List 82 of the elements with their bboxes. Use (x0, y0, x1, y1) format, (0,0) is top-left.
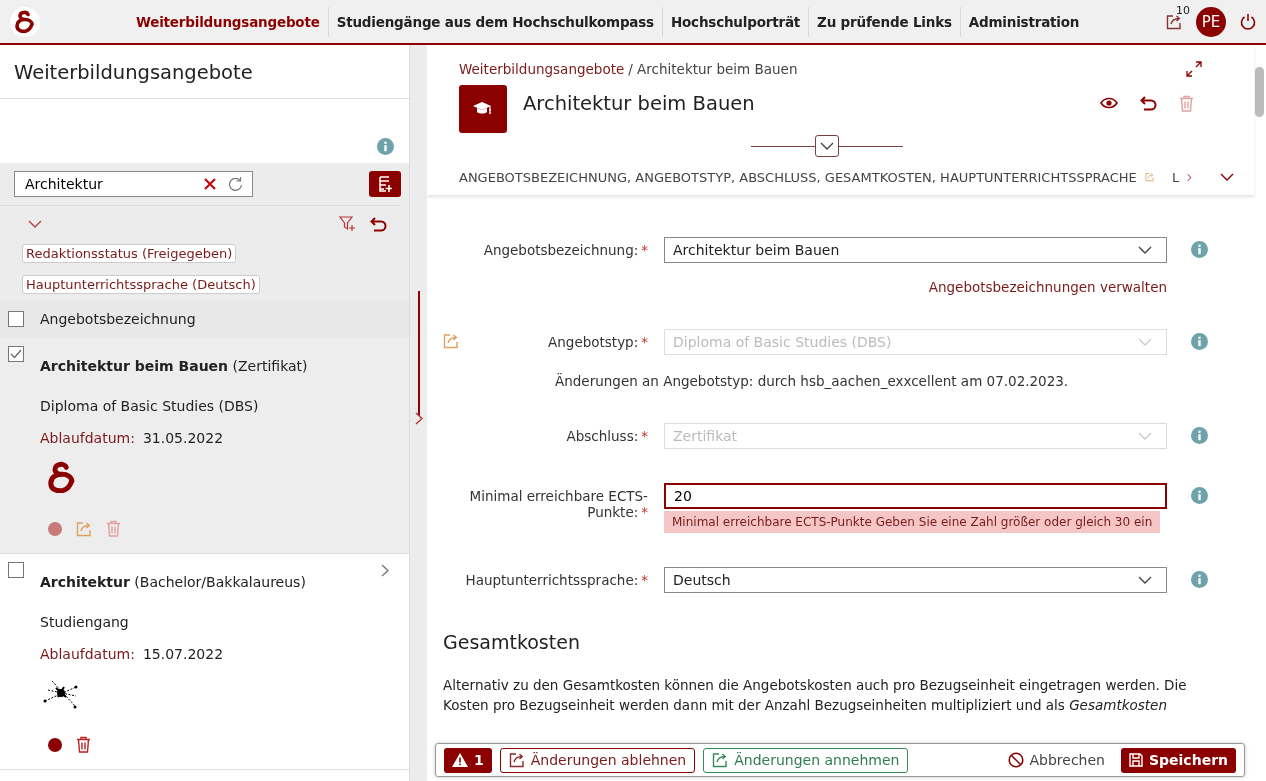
panel-title: Weiterbildungsangebote (0, 45, 409, 99)
fullscreen-icon[interactable] (1186, 61, 1202, 77)
chevron-down-icon[interactable] (28, 219, 42, 229)
nav-tab[interactable]: Zu prüfende Links (809, 6, 961, 37)
filter-chip[interactable]: Hauptunterrichtssprache (Deutsch) (22, 275, 260, 294)
accept-button[interactable]: Änderungen annehmen (703, 747, 909, 773)
user-avatar[interactable]: PE (1196, 6, 1226, 37)
breadcrumb-link[interactable]: Weiterbildungsangebote (459, 61, 625, 77)
info-icon[interactable] (1191, 427, 1208, 444)
warning-icon (452, 753, 468, 767)
breadcrumb-current: / Architektur beim Bauen (628, 61, 798, 77)
power-icon[interactable] (1240, 13, 1256, 30)
error-message: Minimal erreichbare ECTS-Punkte Geben Sie eine Zahl größer oder gleich 30 ein (664, 511, 1161, 533)
checkbox[interactable] (8, 562, 24, 578)
scrollbar[interactable] (1255, 67, 1264, 117)
field-label: Angebotsbezeichnung: * (483, 242, 648, 258)
expiry-date: 15.07.2022 (142, 646, 224, 662)
field-label: Minimal erreichbare ECTS-Punkte: * (468, 488, 648, 520)
app-logo[interactable] (10, 6, 40, 37)
expand-icon[interactable] (415, 412, 423, 425)
add-list-icon (378, 175, 392, 193)
splitter-handle[interactable] (417, 290, 420, 416)
item-subtitle: Studiengang (40, 614, 130, 630)
field-label: Angebotstyp: * (548, 334, 648, 350)
list-item[interactable]: Architektur beim Bauen (Zertifikat) Diploma of Basic Studies (DBS) Ablaufdatum: 31.05.2022 (0, 338, 409, 554)
chevron-down-icon[interactable] (1220, 172, 1234, 182)
section-tab[interactable]: L (1172, 169, 1180, 185)
save-button[interactable]: Speichern (1120, 747, 1236, 773)
filter-add-icon[interactable] (339, 216, 356, 232)
change-note: Änderungen an Angebotstyp: durch hsb_aachen_exxcellent am 07.02.2023. (554, 373, 1070, 389)
item-subtitle: Diploma of Basic Studies (DBS) (40, 398, 260, 414)
clear-icon[interactable] (204, 177, 216, 190)
expiry-label: Ablaufdatum: (40, 646, 135, 662)
undo-icon[interactable] (1140, 95, 1157, 111)
manage-link[interactable]: Angebotsbezeichnungen verwalten (928, 279, 1167, 295)
chevron-right-icon[interactable] (381, 564, 389, 577)
select-field[interactable]: Architektur beim Bauen (664, 237, 1167, 263)
checkbox[interactable] (8, 311, 24, 327)
select-field[interactable]: Deutsch (664, 567, 1167, 593)
export-icon[interactable] (508, 752, 525, 768)
item-title: Architektur (Bachelor/Bakkalaureus) (40, 574, 307, 590)
column-header: Angebotsbezeichnung (40, 311, 196, 327)
logo-icon (48, 460, 76, 494)
section-list[interactable]: ANGEBOTSBEZEICHNUNG, ANGEBOTSTYP, ABSCHLUSS, GESAMTKOSTEN, HAUPTUNTERRICHTSSPRACHE (459, 169, 1137, 185)
chevron-down-icon[interactable] (1138, 575, 1152, 585)
expiry-date: 31.05.2022 (142, 430, 224, 446)
expiry-label: Ablaufdatum: (40, 430, 135, 446)
cancel-icon (1007, 752, 1024, 768)
info-icon[interactable] (377, 138, 394, 155)
info-icon[interactable] (1191, 487, 1208, 504)
field-label: Hauptunterrichtssprache: * (465, 572, 648, 588)
export-icon[interactable] (712, 752, 729, 768)
info-icon[interactable] (1191, 571, 1208, 588)
section-heading: Gesamtkosten (443, 631, 581, 653)
trash-icon[interactable] (76, 736, 91, 753)
nav-tab[interactable]: Studiengänge aus dem Hochschulkompass (328, 6, 663, 37)
reset-icon[interactable] (370, 216, 387, 232)
description-text: Alternativ zu den Gesamtkosten können die Angebotskosten auch pro Bezugseinheit eingetragen werden. Die Kosten pro Bezugseinheit werden dann mit der Anzahl Bezugseinheiten multipliziert und als Gesamtkosten (443, 676, 1188, 716)
item-title: Architektur beim Bauen (Zertifikat) (40, 358, 309, 374)
checkbox[interactable] (8, 346, 24, 362)
add-list-button[interactable] (369, 171, 401, 197)
record-title: Architektur beim Bauen (523, 91, 755, 115)
chevron-down-icon[interactable] (819, 141, 834, 151)
nav-tab[interactable]: Weiterbildungsangebote (128, 6, 329, 37)
save-icon (1128, 753, 1143, 767)
field-label: Abschluss: * (566, 428, 648, 444)
graduation-cap-icon (472, 101, 494, 117)
reject-button[interactable]: Änderungen ablehnen (499, 747, 696, 773)
eye-icon[interactable] (1100, 97, 1118, 109)
collapse-button[interactable] (814, 135, 839, 157)
filter-chip[interactable]: Redaktionsstatus (Freigegeben) (22, 244, 237, 263)
input-field[interactable]: 20 (664, 483, 1167, 509)
info-icon[interactable] (1191, 241, 1208, 258)
nav-tab[interactable]: Hochschulporträt (662, 6, 810, 37)
notification-count: 10 (1176, 3, 1190, 17)
chevron-down-icon[interactable] (1138, 245, 1152, 255)
logo-icon (15, 10, 35, 33)
warning-button[interactable]: 1 (444, 747, 492, 773)
export-icon[interactable] (1166, 13, 1182, 30)
nav-tab[interactable]: Administration (960, 6, 1088, 37)
refresh-icon[interactable] (228, 176, 243, 191)
search-field[interactable]: Architektur (14, 171, 253, 197)
